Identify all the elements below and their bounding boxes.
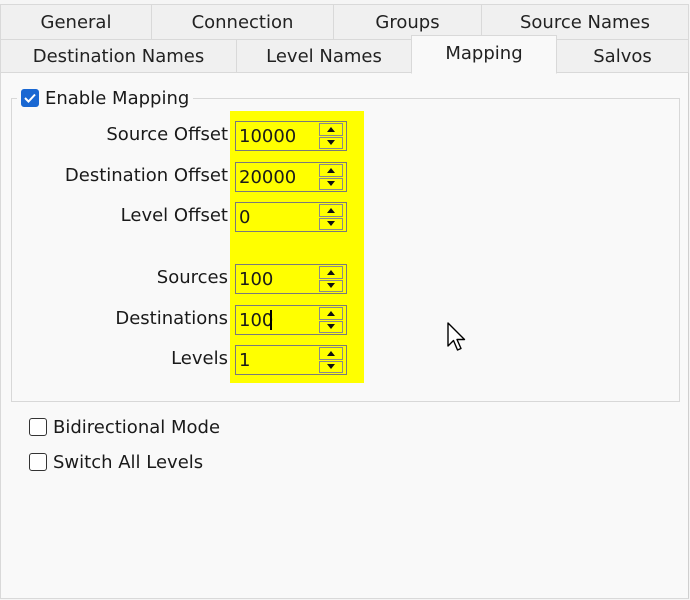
arrow-down-icon xyxy=(327,364,335,370)
spin-up-button[interactable] xyxy=(319,307,343,320)
arrow-up-icon xyxy=(327,126,335,132)
text-caret xyxy=(270,310,272,330)
arrow-down-icon xyxy=(327,221,335,227)
bidirectional-mode-checkbox[interactable] xyxy=(29,418,47,436)
spin-down-button[interactable] xyxy=(319,136,343,149)
level-offset-label: Level Offset xyxy=(120,204,228,226)
levels-label: Levels xyxy=(171,347,228,369)
arrow-up-icon xyxy=(327,310,335,316)
bidirectional-mode-label: Bidirectional Mode xyxy=(53,416,221,438)
level-offset-spinbox[interactable]: 0 xyxy=(235,202,347,232)
arrow-down-icon xyxy=(327,181,335,187)
spin-up-button[interactable] xyxy=(319,204,343,217)
spin-down-button[interactable] xyxy=(319,279,343,292)
tab-label: General xyxy=(40,11,112,33)
spin-down-button[interactable] xyxy=(319,360,343,373)
source-offset-label: Source Offset xyxy=(106,123,228,145)
destinations-value[interactable]: 100 xyxy=(239,306,317,334)
highlight-overlay xyxy=(230,111,364,383)
enable-mapping-checkbox-row[interactable]: Enable Mapping xyxy=(17,86,194,110)
tab-general[interactable]: General xyxy=(0,4,152,40)
arrow-down-icon xyxy=(327,140,335,146)
tab-label: Mapping xyxy=(445,43,523,64)
bidirectional-mode-checkbox-row[interactable]: Bidirectional Mode xyxy=(29,415,220,439)
checkmark-icon xyxy=(24,93,36,103)
source-offset-spinbox[interactable]: 10000 xyxy=(235,121,347,151)
tab-label: Level Names xyxy=(266,45,382,67)
spin-down-button[interactable] xyxy=(319,217,343,230)
sources-value[interactable]: 100 xyxy=(239,265,317,293)
switch-all-levels-checkbox[interactable] xyxy=(29,453,47,471)
enable-mapping-checkbox[interactable] xyxy=(21,89,39,107)
tab-destination-names[interactable]: Destination Names xyxy=(0,39,237,73)
tab-label: Groups xyxy=(375,11,440,33)
tab-label: Connection xyxy=(191,11,294,33)
level-offset-value[interactable]: 0 xyxy=(239,203,317,231)
tab-level-names[interactable]: Level Names xyxy=(236,39,412,73)
tab-label: Source Names xyxy=(519,11,651,33)
mouse-pointer-icon xyxy=(447,322,466,351)
levels-value[interactable]: 1 xyxy=(239,346,317,374)
destination-offset-value[interactable]: 20000 xyxy=(239,163,317,191)
sources-spinbox[interactable]: 100 xyxy=(235,264,347,294)
sources-label: Sources xyxy=(156,266,228,288)
arrow-up-icon xyxy=(327,207,335,213)
tab-label: Destination Names xyxy=(32,45,205,67)
source-offset-value[interactable]: 10000 xyxy=(239,122,317,150)
tab-salvos[interactable]: Salvos xyxy=(556,39,689,73)
destinations-label: Destinations xyxy=(115,307,228,329)
tab-label: Salvos xyxy=(593,45,652,67)
arrow-up-icon xyxy=(327,167,335,173)
tab-mapping[interactable]: Mapping xyxy=(411,35,557,74)
enable-mapping-label: Enable Mapping xyxy=(45,87,190,109)
arrow-up-icon xyxy=(327,269,335,275)
arrow-down-icon xyxy=(327,324,335,330)
switch-all-levels-checkbox-row[interactable]: Switch All Levels xyxy=(29,450,203,474)
destination-offset-label: Destination Offset xyxy=(64,164,228,186)
arrow-up-icon xyxy=(327,350,335,356)
levels-spinbox[interactable]: 1 xyxy=(235,345,347,375)
spin-down-button[interactable] xyxy=(319,177,343,190)
spin-up-button[interactable] xyxy=(319,164,343,177)
arrow-down-icon xyxy=(327,283,335,289)
spin-up-button[interactable] xyxy=(319,347,343,360)
tab-connection[interactable]: Connection xyxy=(151,4,334,40)
destinations-spinbox[interactable]: 100 xyxy=(235,305,347,335)
switch-all-levels-label: Switch All Levels xyxy=(53,451,204,473)
spin-up-button[interactable] xyxy=(319,123,343,136)
destination-offset-spinbox[interactable]: 20000 xyxy=(235,162,347,192)
spin-up-button[interactable] xyxy=(319,266,343,279)
spin-down-button[interactable] xyxy=(319,320,343,333)
